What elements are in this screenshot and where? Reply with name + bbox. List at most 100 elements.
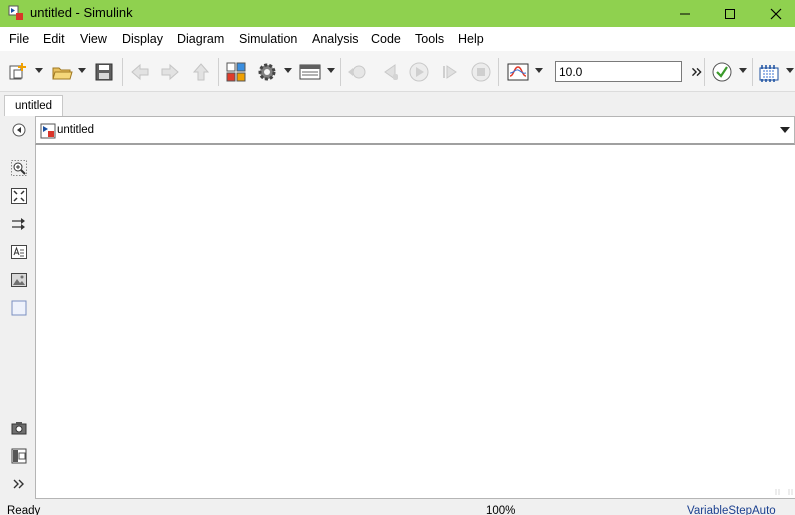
image-button[interactable] <box>10 271 28 289</box>
close-icon <box>770 8 782 19</box>
annotation-icon <box>11 245 27 259</box>
model-canvas[interactable] <box>35 145 795 499</box>
chevron-down-icon[interactable] <box>780 127 790 134</box>
signal-routing-button[interactable] <box>10 215 28 233</box>
status-state: Ready <box>7 505 41 515</box>
library-browser-icon <box>226 62 246 82</box>
new-model-button[interactable] <box>6 60 30 84</box>
chevron-down-icon[interactable] <box>35 68 43 74</box>
chevron-down-icon[interactable] <box>327 68 335 74</box>
fit-view-icon <box>11 188 27 204</box>
maximize-button[interactable] <box>707 0 753 27</box>
model-advisor-button[interactable] <box>710 60 734 84</box>
hide-show-icon <box>12 123 26 137</box>
run-button[interactable] <box>407 60 431 84</box>
stop-button[interactable] <box>469 60 493 84</box>
menu-analysis[interactable]: Analysis <box>312 32 359 46</box>
chevron-down-icon[interactable] <box>786 68 794 74</box>
status-solver[interactable]: VariableStepAuto <box>687 505 776 515</box>
toolbar-separator <box>704 58 705 86</box>
model-browser-icon <box>11 448 27 464</box>
open-folder-icon <box>52 67 73 80</box>
scope-icon <box>507 63 529 81</box>
menu-display[interactable]: Display <box>122 32 163 46</box>
signal-routing-icon <box>12 218 25 230</box>
simulink-app-icon <box>8 5 23 20</box>
screenshot-button[interactable] <box>10 419 28 437</box>
save-icon <box>95 63 113 81</box>
chevron-down-icon[interactable] <box>535 68 543 74</box>
simulink-window: untitled - Simulink File Edit View Displ… <box>0 0 795 515</box>
menu-help[interactable]: Help <box>458 32 484 46</box>
step-back-icon <box>348 65 366 79</box>
menu-bar: File Edit View Display Diagram Simulatio… <box>0 27 795 51</box>
step-back-config-button[interactable] <box>345 60 369 84</box>
forward-button[interactable] <box>158 60 182 84</box>
model-explorer-icon <box>299 64 321 80</box>
title-bar: untitled - Simulink <box>0 0 795 27</box>
back-icon <box>131 63 149 81</box>
maximize-icon <box>725 8 735 19</box>
model-icon <box>40 123 56 139</box>
area-icon <box>11 300 27 316</box>
menu-code[interactable]: Code <box>371 32 401 46</box>
stop-icon <box>471 62 491 82</box>
gear-icon <box>258 63 276 81</box>
menu-file[interactable]: File <box>9 32 29 46</box>
chevron-down-icon[interactable] <box>284 68 292 74</box>
chevron-down-icon[interactable] <box>78 68 86 74</box>
chevron-down-icon[interactable] <box>739 68 747 74</box>
forward-icon <box>161 63 179 81</box>
up-button[interactable] <box>189 60 213 84</box>
window-title: untitled - Simulink <box>30 5 133 20</box>
library-browser-button[interactable] <box>224 60 248 84</box>
address-bar: untitled <box>35 116 795 145</box>
model-settings-button[interactable] <box>255 60 279 84</box>
zoom-icon <box>11 160 27 176</box>
expand-palette-button[interactable] <box>10 475 28 493</box>
build-icon <box>759 65 779 82</box>
scope-button[interactable] <box>506 60 530 84</box>
tab-bar: untitled <box>0 92 795 116</box>
annotation-button[interactable] <box>10 243 28 261</box>
resize-grip-icon[interactable] <box>775 487 793 497</box>
toolbar-separator <box>498 58 499 86</box>
expand-icon <box>13 479 24 489</box>
step-forward-button[interactable] <box>438 60 462 84</box>
menu-view[interactable]: View <box>80 32 107 46</box>
area-button[interactable] <box>10 299 28 317</box>
model-explorer-button[interactable] <box>298 60 322 84</box>
minimize-button[interactable] <box>662 0 708 27</box>
tab-untitled[interactable]: untitled <box>4 95 63 116</box>
minimize-icon <box>680 13 690 14</box>
menu-diagram[interactable]: Diagram <box>177 32 224 46</box>
check-icon <box>712 62 732 82</box>
toolbar-separator <box>752 58 753 86</box>
screenshot-icon <box>11 422 27 435</box>
status-bar: Ready 100% VariableStepAuto <box>0 500 795 515</box>
step-back-single-button[interactable] <box>378 60 402 84</box>
close-button[interactable] <box>753 0 795 27</box>
menu-tools[interactable]: Tools <box>415 32 444 46</box>
toolbar-separator <box>218 58 219 86</box>
build-button[interactable] <box>757 60 781 84</box>
image-icon <box>11 273 27 287</box>
run-icon <box>409 62 429 82</box>
status-zoom: 100% <box>486 505 516 515</box>
menu-simulation[interactable]: Simulation <box>239 32 297 46</box>
up-icon <box>192 63 210 81</box>
stop-time-field[interactable]: 10.0 <box>555 61 682 82</box>
menu-edit[interactable]: Edit <box>43 32 65 46</box>
model-browser-button[interactable] <box>10 447 28 465</box>
hide-show-explorer-button[interactable] <box>10 121 28 139</box>
toolbar-separator <box>340 58 341 86</box>
breadcrumb-untitled[interactable]: untitled <box>57 124 94 136</box>
step-forward-icon <box>443 65 457 79</box>
open-button[interactable] <box>50 60 74 84</box>
new-model-icon <box>9 63 26 80</box>
zoom-button[interactable] <box>10 159 28 177</box>
save-button[interactable] <box>92 60 116 84</box>
fit-to-view-button[interactable] <box>10 187 28 205</box>
back-button[interactable] <box>128 60 152 84</box>
toolbar-separator <box>122 58 123 86</box>
